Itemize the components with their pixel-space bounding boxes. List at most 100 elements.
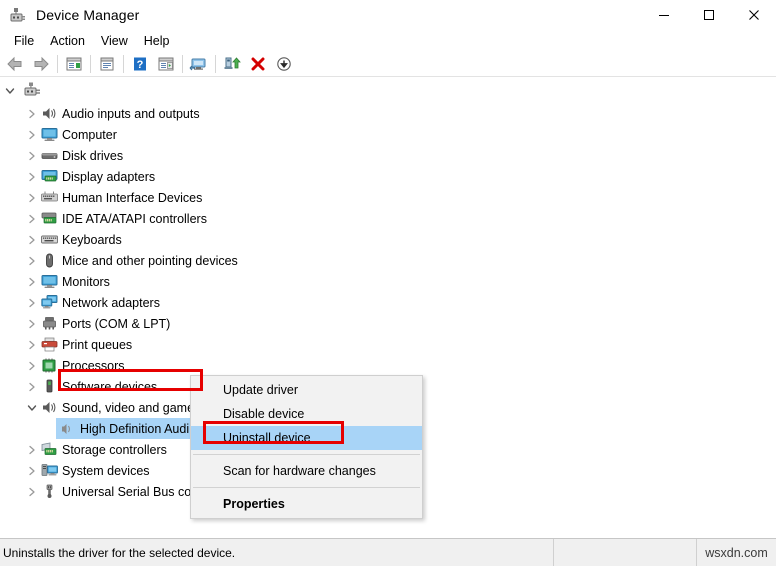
window-title: Device Manager [36, 7, 140, 23]
tree-node-label: Mice and other pointing devices [62, 253, 238, 268]
forward-arrow-icon [34, 56, 49, 71]
chevron-right-icon[interactable] [24, 442, 40, 458]
chevron-down-icon[interactable] [24, 400, 40, 416]
tree-node-label: Storage controllers [62, 442, 167, 457]
tree-node-print-queues[interactable]: Print queues [0, 334, 430, 355]
chevron-right-icon[interactable] [24, 484, 40, 500]
chevron-right-icon[interactable] [24, 232, 40, 248]
chevron-right-icon[interactable] [24, 106, 40, 122]
chevron-down-icon[interactable] [4, 84, 16, 102]
menu-file[interactable]: File [6, 32, 42, 50]
content-bottom-spacer [0, 528, 776, 538]
chevron-right-icon[interactable] [24, 463, 40, 479]
toolbar-separator [57, 54, 58, 73]
minimize-button[interactable] [641, 0, 686, 30]
close-button[interactable] [731, 0, 776, 30]
console-tree-icon [66, 57, 82, 70]
svg-text:?: ? [137, 59, 144, 71]
tree-node-disk-drives[interactable]: Disk drives [0, 145, 430, 166]
tree-node-audio-inputs-and-outputs[interactable]: Audio inputs and outputs [0, 103, 430, 124]
tree-node-label: Display adapters [62, 169, 156, 184]
tree-node-processors[interactable]: Processors [0, 355, 430, 376]
help-button[interactable]: ? [127, 52, 153, 76]
ctx-disable-device[interactable]: Disable device [191, 402, 422, 426]
chevron-right-icon[interactable] [24, 274, 40, 290]
menu-action[interactable]: Action [42, 32, 93, 50]
chevron-right-icon[interactable] [24, 379, 40, 395]
mouse-icon [40, 252, 58, 269]
chevron-right-icon[interactable] [24, 316, 40, 332]
back-button[interactable] [2, 52, 28, 76]
port-icon [40, 315, 58, 332]
chevron-right-icon[interactable] [24, 169, 40, 185]
status-message: Uninstalls the driver for the selected d… [0, 539, 554, 566]
device-manager-icon [9, 6, 27, 24]
tree-node-label: Ports (COM & LPT) [62, 316, 171, 331]
action-pane-icon [158, 57, 174, 70]
toolbar-separator [90, 54, 91, 73]
tree-root-node[interactable] [0, 82, 430, 103]
toolbar-separator [123, 54, 124, 73]
tree-node-keyboards[interactable]: Keyboards [0, 229, 430, 250]
properties-button[interactable] [94, 52, 120, 76]
tree-node-label: Disk drives [62, 148, 124, 163]
back-arrow-icon [7, 56, 22, 71]
tree-node-label: Universal Serial Bus cont [62, 484, 202, 499]
show-hide-action-pane-button[interactable] [153, 52, 179, 76]
forward-button[interactable] [28, 52, 54, 76]
tree-node-ide-ata-atapi-controllers[interactable]: IDE ATA/ATAPI controllers [0, 208, 430, 229]
tree-node-display-adapters[interactable]: Display adapters [0, 166, 430, 187]
toolbar-separator [182, 54, 183, 73]
monitor-icon [40, 126, 58, 143]
tree-node-label: Monitors [62, 274, 110, 289]
usb-icon [40, 483, 58, 500]
tree-node-ports[interactable]: Ports (COM & LPT) [0, 313, 430, 334]
display-adapter-icon [40, 168, 58, 185]
tree-node-human-interface-devices[interactable]: Human Interface Devices [0, 187, 430, 208]
audio-device-icon [58, 420, 76, 437]
maximize-button[interactable] [686, 0, 731, 30]
chevron-right-icon[interactable] [24, 253, 40, 269]
tree-node-label: System devices [62, 463, 150, 478]
chevron-right-icon[interactable] [24, 358, 40, 374]
chevron-right-icon[interactable] [24, 148, 40, 164]
scan-hardware-changes-button[interactable] [186, 52, 212, 76]
tree-node-monitors[interactable]: Monitors [0, 271, 430, 292]
ctx-update-driver[interactable]: Update driver [191, 378, 422, 402]
tree-node-computer[interactable]: Computer [0, 124, 430, 145]
menu-help[interactable]: Help [136, 32, 178, 50]
chevron-right-icon[interactable] [24, 127, 40, 143]
ctx-uninstall-device[interactable]: Uninstall device [191, 426, 422, 450]
disable-device-button[interactable] [271, 52, 297, 76]
device-manager-window: Device Manager File Action View Help ? A… [0, 0, 776, 566]
disk-drive-icon [40, 147, 58, 164]
properties-window-icon [100, 57, 114, 70]
system-device-icon [40, 462, 58, 479]
show-hide-console-tree-button[interactable] [61, 52, 87, 76]
tree-node-network-adapters[interactable]: Network adapters [0, 292, 430, 313]
tree-node-label: Processors [62, 358, 125, 373]
watermark-label: wsxdn.com [705, 545, 768, 560]
chevron-right-icon[interactable] [24, 211, 40, 227]
status-middle-cell [554, 539, 697, 566]
tree-node-label: Keyboards [62, 232, 122, 247]
help-question-icon: ? [134, 57, 146, 71]
tree-node-label: Human Interface Devices [62, 190, 203, 205]
software-device-icon [40, 378, 58, 395]
menu-view[interactable]: View [93, 32, 136, 50]
tree-node-label: Audio inputs and outputs [62, 106, 200, 121]
chevron-right-icon[interactable] [24, 295, 40, 311]
window-controls [641, 0, 776, 30]
ctx-properties[interactable]: Properties [191, 492, 422, 516]
chevron-right-icon[interactable] [24, 337, 40, 353]
title-bar: Device Manager [0, 0, 776, 30]
speaker-icon [40, 399, 58, 416]
tree-node-mice-and-other-pointing-devices[interactable]: Mice and other pointing devices [0, 250, 430, 271]
uninstall-device-button[interactable] [245, 52, 271, 76]
ctx-scan-hardware-changes[interactable]: Scan for hardware changes [191, 459, 422, 483]
tree-node-label: Network adapters [62, 295, 160, 310]
printer-icon [40, 336, 58, 353]
chevron-right-icon[interactable] [24, 190, 40, 206]
toolbar-separator [215, 54, 216, 73]
update-driver-button[interactable] [219, 52, 245, 76]
